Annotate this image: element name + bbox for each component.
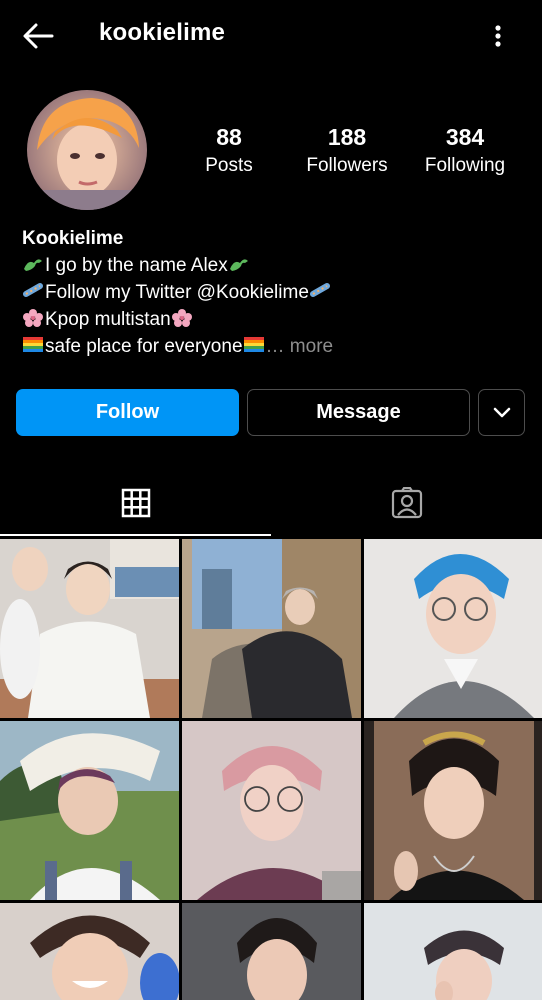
message-button[interactable]: Message [247,389,470,436]
profile-tabs [0,470,542,536]
rainbow-flag-emoji-icon [23,337,43,352]
post-thumbnail[interactable] [182,903,361,1000]
dinosaur-emoji-icon [229,259,248,271]
cherry-blossom-emoji-icon [171,309,192,327]
post-thumbnail[interactable] [182,721,361,900]
stat-label: Posts [205,155,253,176]
top-bar: kookielime [0,0,542,72]
stat-following[interactable]: 384 Following [405,122,525,180]
back-arrow-icon[interactable] [20,18,56,54]
tab-posts-grid[interactable] [0,470,271,536]
stat-label: Following [424,155,506,176]
tab-tagged[interactable] [271,470,542,536]
post-thumbnail[interactable] [364,539,542,718]
stat-value: 88 [216,124,242,150]
post-thumbnail[interactable] [182,539,361,718]
post-thumbnail[interactable] [0,903,179,1000]
suggested-accounts-button[interactable] [478,389,525,436]
bio-line-1: I go by the name Alex [22,252,333,279]
stat-posts[interactable]: 88 Posts [169,122,289,180]
candy-emoji-icon [309,283,330,297]
grid-icon [121,488,150,518]
dinosaur-emoji-icon [24,259,42,271]
profile-username: kookielime [99,19,226,46]
bio-more-link[interactable]: … more [266,336,334,357]
stat-value: 188 [327,124,367,150]
post-thumbnail[interactable] [364,903,542,1000]
follow-button[interactable]: Follow [16,389,239,436]
more-options-icon[interactable] [486,20,510,52]
cherry-blossom-emoji-icon [23,309,43,327]
chevron-down-icon [493,407,510,417]
stat-followers[interactable]: 188 Followers [287,122,407,180]
bio-line-2: Follow my Twitter @Kookielime [22,279,333,306]
stat-label: Followers [306,155,388,176]
candy-emoji-icon [23,283,43,297]
post-thumbnail[interactable] [364,721,542,900]
profile-display-name: Kookielime [22,228,124,249]
profile-avatar[interactable] [27,90,147,210]
profile-bio: Kookielime I go by the name Alex Follow … [22,225,333,360]
bio-line-3: Kpop multistan [22,306,333,333]
bio-line-4: safe place for everyone… more [22,333,333,360]
stat-value: 384 [445,124,485,150]
post-thumbnail[interactable] [0,539,179,718]
post-thumbnail[interactable] [0,721,179,900]
tagged-person-icon [391,487,422,519]
active-tab-indicator [0,534,271,536]
rainbow-flag-emoji-icon [243,337,264,352]
